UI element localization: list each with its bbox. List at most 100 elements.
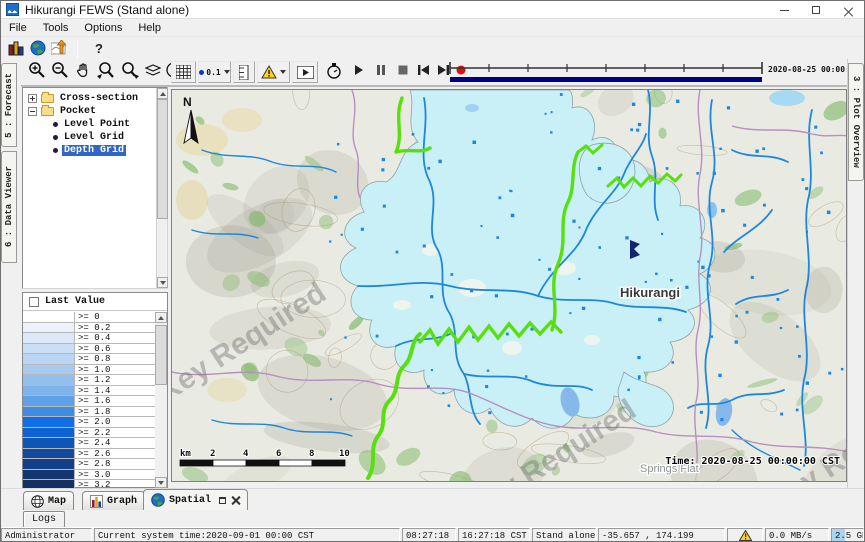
legend-label: >= 2.6 xyxy=(75,449,155,459)
player-icon xyxy=(297,66,314,79)
collapse-icon[interactable] xyxy=(28,107,37,116)
chart-display-button[interactable] xyxy=(49,39,69,57)
scroll-thumb[interactable] xyxy=(157,99,168,219)
menu-options[interactable]: Options xyxy=(76,21,130,35)
play-button[interactable] xyxy=(349,61,369,79)
tree-leaf-depth-grid[interactable]: Depth Grid xyxy=(23,144,167,157)
legend-color-swatch xyxy=(23,459,75,469)
zoom-previous-icon xyxy=(96,61,116,79)
zoom-next-button[interactable] xyxy=(120,61,140,79)
logs-button[interactable]: Logs xyxy=(23,511,65,528)
legend-row: >= 3.0 xyxy=(23,470,155,481)
scale-tick: 2 xyxy=(210,449,215,459)
legend-row: >= 2.2 xyxy=(23,428,155,439)
legend-row: >= 0.8 xyxy=(23,354,155,365)
first-step-button[interactable] xyxy=(413,61,433,79)
legend-header: Last Value xyxy=(23,293,167,311)
legend-row: >= 1.6 xyxy=(23,396,155,407)
tree-node-pocket[interactable]: Pocket xyxy=(23,105,167,118)
zoom-in-button[interactable] xyxy=(27,61,47,79)
play-icon xyxy=(353,64,365,76)
close-panel-icon[interactable] xyxy=(232,496,240,504)
scroll-down-button[interactable] xyxy=(157,277,168,288)
north-label: N xyxy=(183,95,192,109)
tab-label: Map xyxy=(48,496,66,507)
expand-icon[interactable] xyxy=(28,94,37,103)
scroll-up-button[interactable] xyxy=(157,88,168,99)
scale-tick: 4 xyxy=(243,449,249,459)
scale-bar-button[interactable] xyxy=(233,61,255,83)
stopwatch-button[interactable] xyxy=(324,61,344,79)
app-logo-icon xyxy=(6,3,19,16)
legend-color-swatch xyxy=(23,386,75,396)
stop-button[interactable] xyxy=(393,61,413,79)
legend-label: >= 2.0 xyxy=(75,417,155,427)
legend-scrollbar[interactable] xyxy=(155,312,167,488)
scroll-thumb[interactable] xyxy=(155,325,167,385)
tab-graph[interactable]: Graph xyxy=(82,491,145,510)
close-button[interactable] xyxy=(832,1,864,19)
tab-map[interactable]: Map xyxy=(23,491,74,510)
tree-leaf-level-grid[interactable]: Level Grid xyxy=(23,131,167,144)
tree-node-cross-section[interactable]: Cross-section xyxy=(23,92,167,105)
last-value-label: Last Value xyxy=(45,296,105,307)
scroll-down-button[interactable] xyxy=(155,477,167,488)
help-icon: ? xyxy=(95,41,103,56)
menu-tools[interactable]: Tools xyxy=(35,21,77,35)
zoom-previous-button[interactable] xyxy=(96,61,116,79)
globe-icon xyxy=(151,493,165,507)
tree-leaf-level-point[interactable]: Level Point xyxy=(23,118,167,131)
last-value-checkbox[interactable] xyxy=(29,297,39,307)
legend-label: >= 1.6 xyxy=(75,396,155,406)
legend-label: >= 0.4 xyxy=(75,333,155,343)
pause-button[interactable] xyxy=(371,61,391,79)
tab-spatial[interactable]: Spatial xyxy=(143,489,248,510)
timeline-range-bar xyxy=(450,77,762,82)
status-memory: 2.5 GB xyxy=(831,528,864,542)
legend-label: >= 3.2 xyxy=(75,480,155,488)
legend-row: >= 1.4 xyxy=(23,386,155,397)
layers-icon xyxy=(144,62,162,78)
status-warning-cell[interactable] xyxy=(727,528,763,542)
minimize-icon xyxy=(780,10,789,11)
menu-help[interactable]: Help xyxy=(130,21,169,35)
folder-icon xyxy=(41,94,54,103)
legend-color-swatch xyxy=(23,323,75,333)
minimize-button[interactable] xyxy=(768,1,800,19)
application-window: Hikurangi FEWS (Stand alone) File Tools … xyxy=(0,0,865,542)
zoom-in-icon xyxy=(28,61,46,79)
pan-button[interactable] xyxy=(73,61,93,79)
help-button[interactable]: ? xyxy=(89,39,109,57)
zoom-next-icon xyxy=(120,61,140,79)
threshold-dropdown[interactable]: 0.1 xyxy=(198,61,231,83)
tab-data-viewer[interactable]: 6 : Data Viewer xyxy=(1,151,17,263)
scale-unit: km xyxy=(180,449,191,459)
legend-label: >= 0.6 xyxy=(75,344,155,354)
legend-label: >= 1.0 xyxy=(75,365,155,375)
zoom-out-button[interactable] xyxy=(50,61,70,79)
legend-row: >= 0 xyxy=(23,312,155,323)
spatial-display-button[interactable] xyxy=(28,39,48,57)
tab-plot-overview[interactable]: 3 : Plot Overview xyxy=(848,63,864,181)
legend-label: >= 0.8 xyxy=(75,354,155,364)
maximize-button[interactable] xyxy=(800,1,832,19)
layers-button[interactable] xyxy=(143,61,163,79)
legend-row: >= 2.8 xyxy=(23,459,155,470)
animation-display-button[interactable] xyxy=(292,61,318,83)
warning-icon xyxy=(739,530,752,541)
legend-color-swatch xyxy=(23,396,75,406)
status-local-time: 16:27:18 CST xyxy=(458,528,530,542)
warning-dropdown[interactable] xyxy=(257,61,290,83)
database-display-button[interactable] xyxy=(6,39,26,57)
menu-file[interactable]: File xyxy=(1,21,35,35)
tab-forecast[interactable]: 5 : Forecast xyxy=(1,63,17,147)
grid-display-button[interactable] xyxy=(171,61,196,83)
legend-color-swatch xyxy=(23,438,75,448)
tree-scrollbar[interactable] xyxy=(156,88,167,288)
map-view[interactable]: API Key Required API Key Required API Ke… xyxy=(171,89,847,482)
legend-row: >= 2.4 xyxy=(23,438,155,449)
restore-panel-icon[interactable] xyxy=(219,497,226,504)
skip-start-icon xyxy=(417,64,430,76)
scroll-up-button[interactable] xyxy=(155,312,167,323)
timeline-slider[interactable] xyxy=(448,61,764,85)
